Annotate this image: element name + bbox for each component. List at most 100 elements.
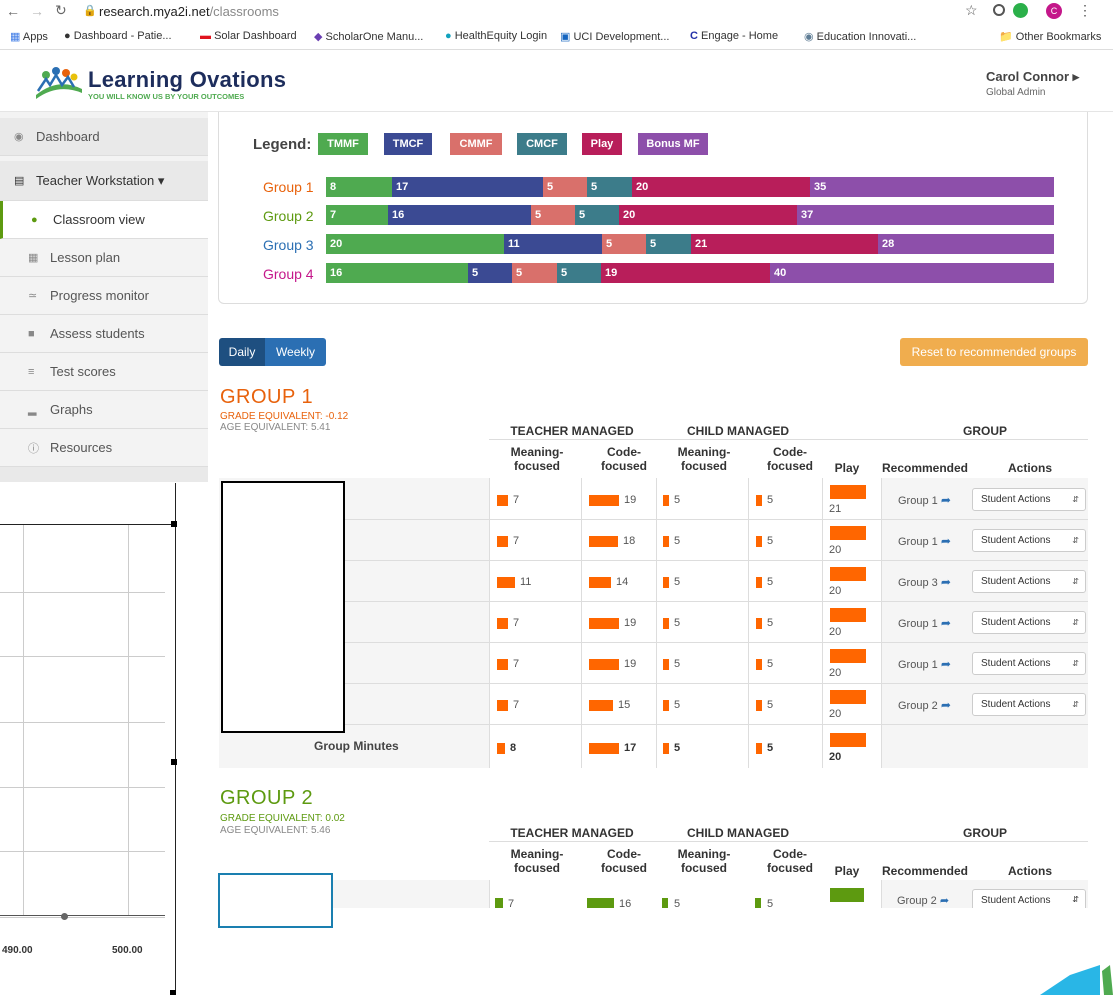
gridline: [0, 917, 165, 918]
student-actions-select[interactable]: Student Actions ⇵: [972, 652, 1086, 675]
recommended-group[interactable]: Group 1 ➦: [898, 493, 951, 507]
group-4-bar: 16 5 5 5 19 40: [326, 263, 1054, 283]
student-actions-select[interactable]: Student Actions ⇵: [972, 611, 1086, 634]
bookmark-dashboard[interactable]: ● Dashboard - Patie...: [64, 30, 172, 42]
sidebar-item-partial[interactable]: [0, 467, 208, 482]
meaning-focused-header: Meaning-focused: [677, 445, 731, 473]
student-actions-select[interactable]: Student Actions ⇵: [972, 693, 1086, 716]
bar-segment: 11: [504, 234, 602, 254]
reset-groups-button[interactable]: Reset to recommended groups: [900, 338, 1088, 366]
play-value: 20: [829, 708, 842, 720]
bar-segment: 5: [602, 234, 646, 254]
sidebar: ◉ Dashboard ▤ Teacher Workstation ▾ ● Class…: [0, 112, 208, 482]
recommended-group[interactable]: Group 2 ➦: [897, 894, 949, 907]
share-arrow-icon: ➦: [940, 698, 951, 712]
tmmf-bar: [497, 535, 508, 547]
daily-toggle-button[interactable]: Daily: [219, 338, 265, 366]
forward-icon[interactable]: →: [30, 3, 44, 19]
gridline: [23, 525, 24, 915]
minutes-tmcf: 17: [589, 742, 636, 754]
meaning-focused-header: Meaning-focused: [510, 445, 564, 473]
bar-segment: 20: [632, 177, 810, 197]
legend-cmcf: CMCF: [517, 133, 567, 155]
resize-handle[interactable]: [170, 990, 176, 995]
sidebar-item-classroom-view[interactable]: ● Classroom view: [0, 201, 208, 239]
resize-handle[interactable]: [171, 521, 177, 527]
sidebar-item-lesson-plan[interactable]: ▦ Lesson plan: [0, 239, 208, 277]
student-actions-select[interactable]: Student Actions ⇵: [972, 889, 1086, 908]
meaning-focused-header: Meaning-focused: [677, 847, 731, 875]
back-icon[interactable]: ←: [6, 3, 20, 19]
cmcf-cell: 5: [756, 658, 773, 670]
header-divider: [489, 841, 1088, 842]
tmcf-cell: 18: [589, 535, 635, 547]
gridline: [0, 851, 165, 852]
sidebar-item-test-scores[interactable]: ≡ Test scores: [0, 353, 208, 391]
sidebar-item-label: Lesson plan: [50, 250, 121, 265]
bookmark-uci[interactable]: ▣ UCI Development...: [560, 30, 669, 43]
share-arrow-icon: ➦: [939, 895, 950, 907]
resize-handle[interactable]: [171, 759, 177, 765]
sidebar-item-teacher-workstation[interactable]: ▤ Teacher Workstation ▾: [0, 161, 208, 201]
share-arrow-icon: ➦: [940, 616, 951, 630]
redacted-student-names: [221, 481, 345, 733]
bookmark-apps[interactable]: ▦ Apps: [10, 30, 48, 43]
row-divider: [345, 560, 1088, 561]
info-icon: ⓘ: [28, 442, 39, 455]
bookmark-other[interactable]: 📁 Other Bookmarks: [999, 30, 1101, 43]
legend-label: Legend:: [253, 136, 312, 153]
user-name[interactable]: Carol Connor ▸: [986, 69, 1079, 85]
star-icon[interactable]: ☆: [965, 2, 978, 19]
x-tick-label: 500.00: [112, 945, 143, 956]
sidebar-item-resources[interactable]: ⓘ Resources: [0, 429, 208, 467]
menu-dots-icon[interactable]: ⋮: [1078, 2, 1092, 19]
cmmf-bar: [663, 494, 669, 506]
bookmark-education[interactable]: ◉ Education Innovati...: [804, 30, 916, 43]
minutes-bar: [589, 742, 619, 754]
recommended-group[interactable]: Group 1 ➦: [898, 657, 951, 671]
profile-avatar-icon[interactable]: C: [1046, 3, 1062, 19]
row-divider: [345, 724, 1088, 725]
sidebar-item-assess-students[interactable]: ■ Assess students: [0, 315, 208, 353]
recommended-group[interactable]: Group 1 ➦: [898, 534, 951, 548]
address-text[interactable]: research.mya2i.net/classrooms: [99, 4, 279, 19]
select-arrows-icon: ⇵: [1072, 495, 1079, 504]
recommended-group[interactable]: Group 2 ➦: [898, 698, 951, 712]
student-actions-select[interactable]: Student Actions ⇵: [972, 488, 1086, 511]
globe-icon: ◉: [804, 31, 814, 43]
play-value: 20: [829, 585, 842, 597]
tmcf-bar: [589, 617, 619, 629]
weekly-toggle-button[interactable]: Weekly: [265, 338, 326, 366]
select-arrows-icon: ⇵: [1072, 577, 1079, 586]
recommended-group[interactable]: Group 1 ➦: [898, 616, 951, 630]
x-axis: [0, 915, 165, 916]
brand-tagline: YOU WILL KNOW US BY YOUR OUTCOMES: [88, 92, 245, 101]
extension-icon[interactable]: [993, 4, 1005, 16]
decorative-logo-icon: [1040, 965, 1113, 995]
teacher-icon: ▤: [14, 175, 25, 187]
sidebar-item-progress-monitor[interactable]: ≃ Progress monitor: [0, 277, 208, 315]
recommended-group[interactable]: Group 3 ➦: [898, 575, 951, 589]
recommended-header: Recommended: [881, 864, 969, 878]
sidebar-item-graphs[interactable]: ▂ Graphs: [0, 391, 208, 429]
bookmark-solar[interactable]: ▬ Solar Dashboard: [200, 30, 297, 42]
data-point: [61, 913, 68, 920]
brand-name[interactable]: Learning Ovations: [88, 67, 286, 93]
bookmark-healthequity[interactable]: ● HealthEquity Login: [445, 30, 547, 42]
grammarly-icon[interactable]: [1013, 3, 1028, 18]
group-1-bar: 8 17 5 5 20 35: [326, 177, 1054, 197]
student-actions-select[interactable]: Student Actions ⇵: [972, 570, 1086, 593]
bar-segment: 5: [531, 205, 575, 225]
dashboard-icon: ◉: [14, 131, 24, 143]
bookmark-scholarone[interactable]: ◆ ScholarOne Manu...: [314, 30, 423, 43]
bar-segment: 5: [557, 263, 601, 283]
bar-segment: 7: [326, 205, 388, 225]
sidebar-item-dashboard[interactable]: ◉ Dashboard: [0, 118, 208, 156]
teacher-managed-header: TEACHER MANAGED: [510, 424, 634, 438]
bookmark-engage[interactable]: C Engage - Home: [690, 30, 778, 42]
overlay-chart-window: 490.00 500.00: [0, 483, 177, 995]
cmcf-bar: [756, 699, 762, 711]
reload-icon[interactable]: ↻: [55, 2, 67, 19]
share-arrow-icon: ➦: [940, 657, 951, 671]
student-actions-select[interactable]: Student Actions ⇵: [972, 529, 1086, 552]
